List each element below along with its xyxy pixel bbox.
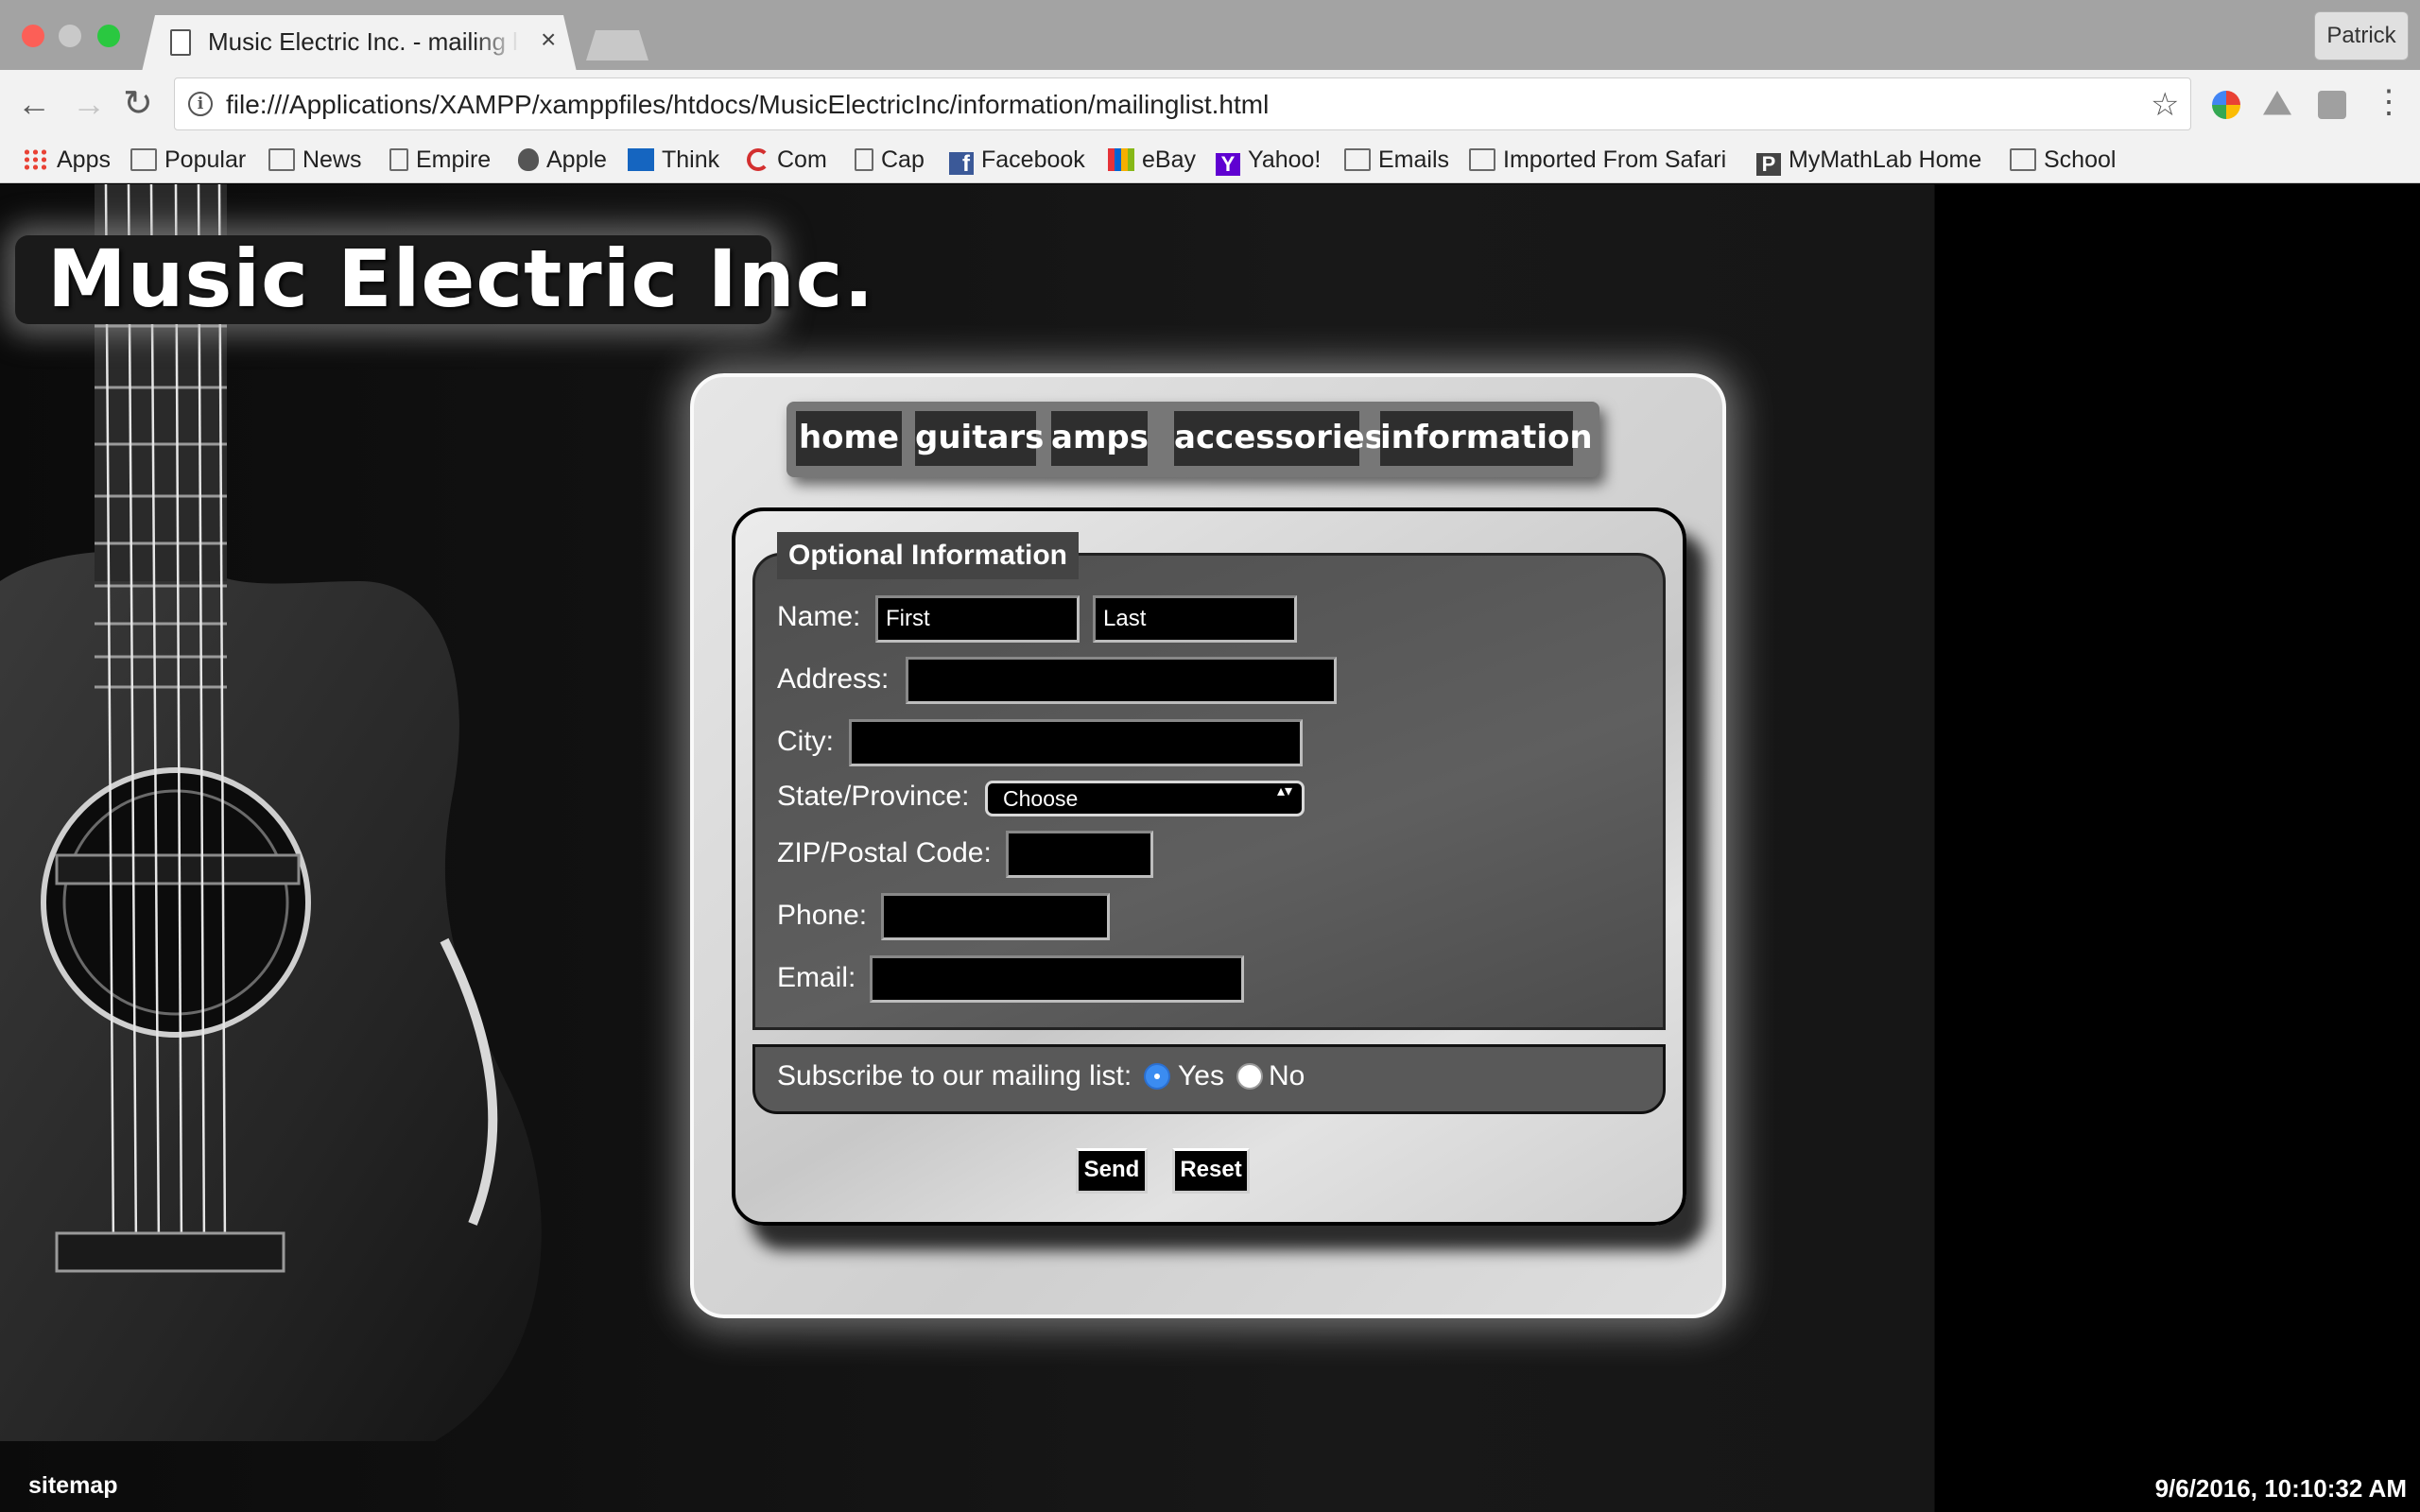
browser-toolbar: ← → ↻ i file:///Applications/XAMPP/xampp… bbox=[0, 70, 2420, 138]
state-label: State/Province: bbox=[777, 781, 970, 812]
subscribe-no-label[interactable]: No bbox=[1269, 1060, 1305, 1092]
subscribe-yes-radio[interactable] bbox=[1144, 1063, 1170, 1090]
city-field[interactable] bbox=[849, 719, 1303, 766]
address-bar[interactable]: i file:///Applications/XAMPP/xamppfiles/… bbox=[174, 77, 2191, 130]
site-nav: home guitars amps accessories informatio… bbox=[786, 402, 1599, 477]
bookmark-school[interactable]: School bbox=[2010, 142, 2116, 178]
bookmark-emails[interactable]: Emails bbox=[1344, 142, 1449, 178]
email-field[interactable] bbox=[870, 955, 1244, 1003]
last-name-field[interactable] bbox=[1093, 595, 1297, 643]
name-label: Name: bbox=[777, 601, 861, 632]
nav-information[interactable]: information bbox=[1380, 411, 1593, 466]
bookmark-facebook[interactable]: f Facebook bbox=[949, 142, 1085, 178]
extension-pinwheel-icon[interactable] bbox=[2212, 91, 2240, 119]
forward-arrow-icon[interactable]: → bbox=[72, 85, 106, 123]
subscribe-label: Subscribe to our mailing list: bbox=[777, 1060, 1132, 1091]
sitemap-link[interactable]: sitemap bbox=[28, 1472, 117, 1500]
bookmark-popular[interactable]: Popular bbox=[130, 142, 246, 178]
phone-label: Phone: bbox=[777, 900, 868, 931]
bookmark-yahoo[interactable]: Y Yahoo! bbox=[1216, 142, 1321, 178]
state-select-value: Choose bbox=[1003, 786, 1079, 811]
state-select[interactable]: Choose ▴▾ bbox=[985, 781, 1305, 816]
ebay-icon bbox=[1108, 148, 1134, 171]
window-minimize-button[interactable] bbox=[59, 25, 81, 47]
bookmark-think[interactable]: Think bbox=[628, 142, 719, 178]
email-label: Email: bbox=[777, 962, 856, 993]
bookmark-star-icon[interactable]: ☆ bbox=[2151, 86, 2179, 124]
folder-icon bbox=[268, 148, 295, 171]
yahoo-icon: Y bbox=[1216, 153, 1240, 176]
subscribe-yes-label[interactable]: Yes bbox=[1178, 1060, 1224, 1092]
bookmark-ebay[interactable]: eBay bbox=[1108, 142, 1196, 178]
apple-icon bbox=[518, 148, 539, 171]
nav-accessories[interactable]: accessories bbox=[1174, 411, 1384, 466]
send-button[interactable]: Send bbox=[1076, 1148, 1148, 1194]
bookmark-news[interactable]: News bbox=[268, 142, 362, 178]
subscribe-no-radio[interactable] bbox=[1236, 1063, 1263, 1090]
tab-close-icon[interactable]: × bbox=[541, 25, 556, 55]
page-icon bbox=[389, 148, 408, 171]
address-field[interactable] bbox=[906, 657, 1337, 704]
first-name-field[interactable] bbox=[875, 595, 1080, 643]
folder-icon bbox=[130, 148, 157, 171]
select-arrows-icon: ▴▾ bbox=[1276, 783, 1292, 799]
folder-icon bbox=[1469, 148, 1495, 171]
bookmark-empire[interactable]: Empire bbox=[389, 142, 491, 178]
cast-icon[interactable] bbox=[2318, 91, 2346, 119]
bookmark-mymathlab-home[interactable]: P MyMathLab Home bbox=[1756, 142, 1981, 178]
address-label: Address: bbox=[777, 663, 890, 695]
bookmark-com[interactable]: Com bbox=[747, 142, 827, 178]
browser-tab-strip: Music Electric Inc. - mailing list × Pat… bbox=[0, 0, 2420, 70]
nav-guitars[interactable]: guitars bbox=[915, 411, 1044, 466]
page-icon bbox=[170, 29, 191, 56]
facebook-icon: f bbox=[949, 152, 974, 177]
folder-icon bbox=[1344, 148, 1371, 171]
bookmark-imported-from-safari[interactable]: Imported From Safari bbox=[1469, 142, 1726, 178]
reload-icon[interactable]: ↻ bbox=[123, 85, 153, 123]
bookmarks-bar: Apps Popular News Empire Apple Think Com… bbox=[0, 138, 2420, 183]
bookmark-apple[interactable]: Apple bbox=[518, 142, 607, 178]
new-tab-button[interactable] bbox=[586, 30, 648, 60]
reset-button[interactable]: Reset bbox=[1172, 1148, 1250, 1194]
bookmark-cap[interactable]: Cap bbox=[855, 142, 925, 178]
site-title[interactable]: Music Electric Inc. bbox=[15, 235, 873, 324]
window-maximize-button[interactable] bbox=[97, 25, 120, 47]
browser-menu-icon[interactable]: ⋮ bbox=[2373, 83, 2405, 121]
com-icon bbox=[747, 148, 769, 171]
window-close-button[interactable] bbox=[22, 25, 44, 47]
bookmark-apps[interactable]: Apps bbox=[23, 142, 111, 178]
nav-amps[interactable]: amps bbox=[1051, 411, 1149, 466]
phone-field[interactable] bbox=[881, 893, 1110, 940]
guitar-background-image bbox=[0, 184, 542, 1441]
city-label: City: bbox=[777, 726, 834, 757]
mymathlab-icon: P bbox=[1756, 153, 1781, 176]
browser-tab-active[interactable]: Music Electric Inc. - mailing list × bbox=[142, 15, 577, 72]
zip-label: ZIP/Postal Code: bbox=[777, 837, 992, 868]
zip-field[interactable] bbox=[1006, 831, 1153, 878]
folder-icon bbox=[2010, 148, 2036, 171]
think-icon bbox=[628, 148, 654, 171]
back-arrow-icon[interactable]: ← bbox=[17, 85, 51, 123]
profile-button[interactable]: Patrick bbox=[2314, 11, 2409, 60]
fieldset-legend: Optional Information bbox=[777, 532, 1079, 579]
info-icon[interactable]: i bbox=[188, 92, 213, 116]
current-datetime: 9/6/2016, 10:10:32 AM bbox=[2154, 1474, 2407, 1503]
tab-title: Music Electric Inc. - mailing list bbox=[208, 27, 520, 56]
url-text[interactable]: file:///Applications/XAMPP/xamppfiles/ht… bbox=[226, 90, 1269, 120]
apps-grid-icon bbox=[23, 148, 49, 171]
drive-icon[interactable] bbox=[2263, 91, 2291, 115]
nav-home[interactable]: home bbox=[796, 411, 902, 466]
page-icon bbox=[855, 148, 873, 171]
